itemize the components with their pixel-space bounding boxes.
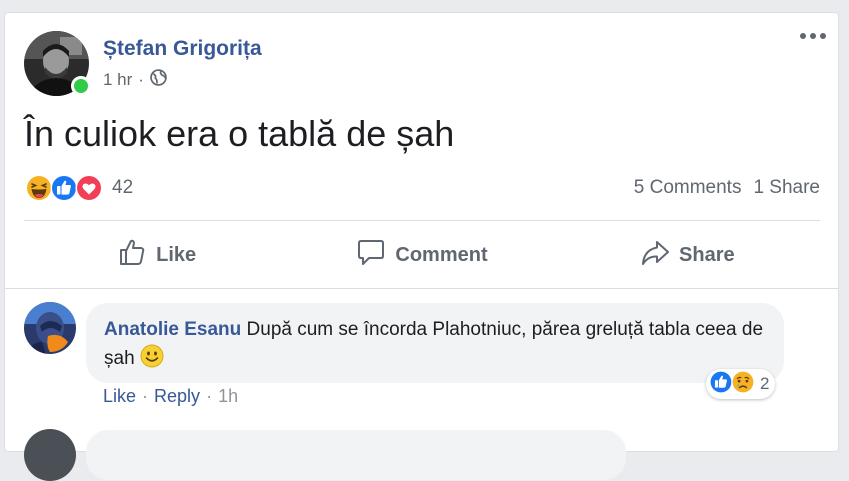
author-avatar[interactable] — [24, 31, 91, 96]
online-status-dot — [71, 76, 91, 96]
next-commenter-avatar[interactable] — [24, 429, 76, 481]
like-button[interactable]: Like — [24, 235, 289, 275]
post-author-name[interactable]: Ștefan Grigorița — [103, 37, 262, 61]
meta-separator: · — [138, 70, 144, 89]
comment-reactions[interactable]: 2 — [706, 369, 776, 400]
reaction-count: 42 — [112, 177, 134, 198]
divider — [5, 288, 838, 289]
sad-icon — [730, 369, 756, 400]
comment-separator: · — [206, 386, 213, 406]
next-comment-bubble — [86, 430, 626, 480]
more-options-icon[interactable] — [800, 33, 826, 39]
share-button-label: Share — [679, 243, 735, 266]
comment-bubble-icon — [356, 237, 386, 273]
comment-separator: · — [142, 386, 149, 406]
comment-actions: Like · Reply · 1h — [103, 386, 238, 407]
comment-reaction-count: 2 — [760, 374, 770, 393]
post-time[interactable]: 1 hr — [103, 70, 132, 90]
divider — [24, 220, 820, 221]
smiley-icon — [140, 344, 164, 377]
comment-button-label: Comment — [395, 243, 488, 266]
comment-bubble: Anatolie Esanu După cum se încorda Plaho… — [86, 303, 784, 383]
share-button[interactable]: Share — [555, 235, 820, 275]
post-stats: 5 Comments 1 Share — [634, 177, 820, 199]
comments-count-link[interactable]: 5 Comments — [634, 177, 742, 199]
comment-like-link[interactable]: Like — [103, 386, 136, 407]
love-icon — [74, 173, 104, 203]
post-text: În culiok era o tablă de șah — [24, 113, 455, 154]
post-meta: 1 hr · — [103, 69, 167, 91]
globe-icon[interactable] — [150, 69, 167, 91]
shares-count-link[interactable]: 1 Share — [753, 177, 820, 199]
comment-time[interactable]: 1h — [218, 386, 238, 407]
comment-author-name[interactable]: Anatolie Esanu — [104, 319, 241, 340]
like-button-label: Like — [156, 243, 197, 266]
commenter-avatar[interactable] — [24, 302, 76, 354]
post-card: Ștefan Grigorița 1 hr · În culiok era o … — [4, 12, 839, 481]
comment-button[interactable]: Comment — [289, 235, 554, 275]
comment-reply-link[interactable]: Reply — [154, 386, 200, 407]
share-arrow-icon — [640, 237, 670, 273]
thumbs-up-icon — [117, 237, 147, 273]
post-actions: Like Comment Share — [24, 235, 820, 275]
reactions-summary[interactable]: 42 — [24, 173, 133, 203]
